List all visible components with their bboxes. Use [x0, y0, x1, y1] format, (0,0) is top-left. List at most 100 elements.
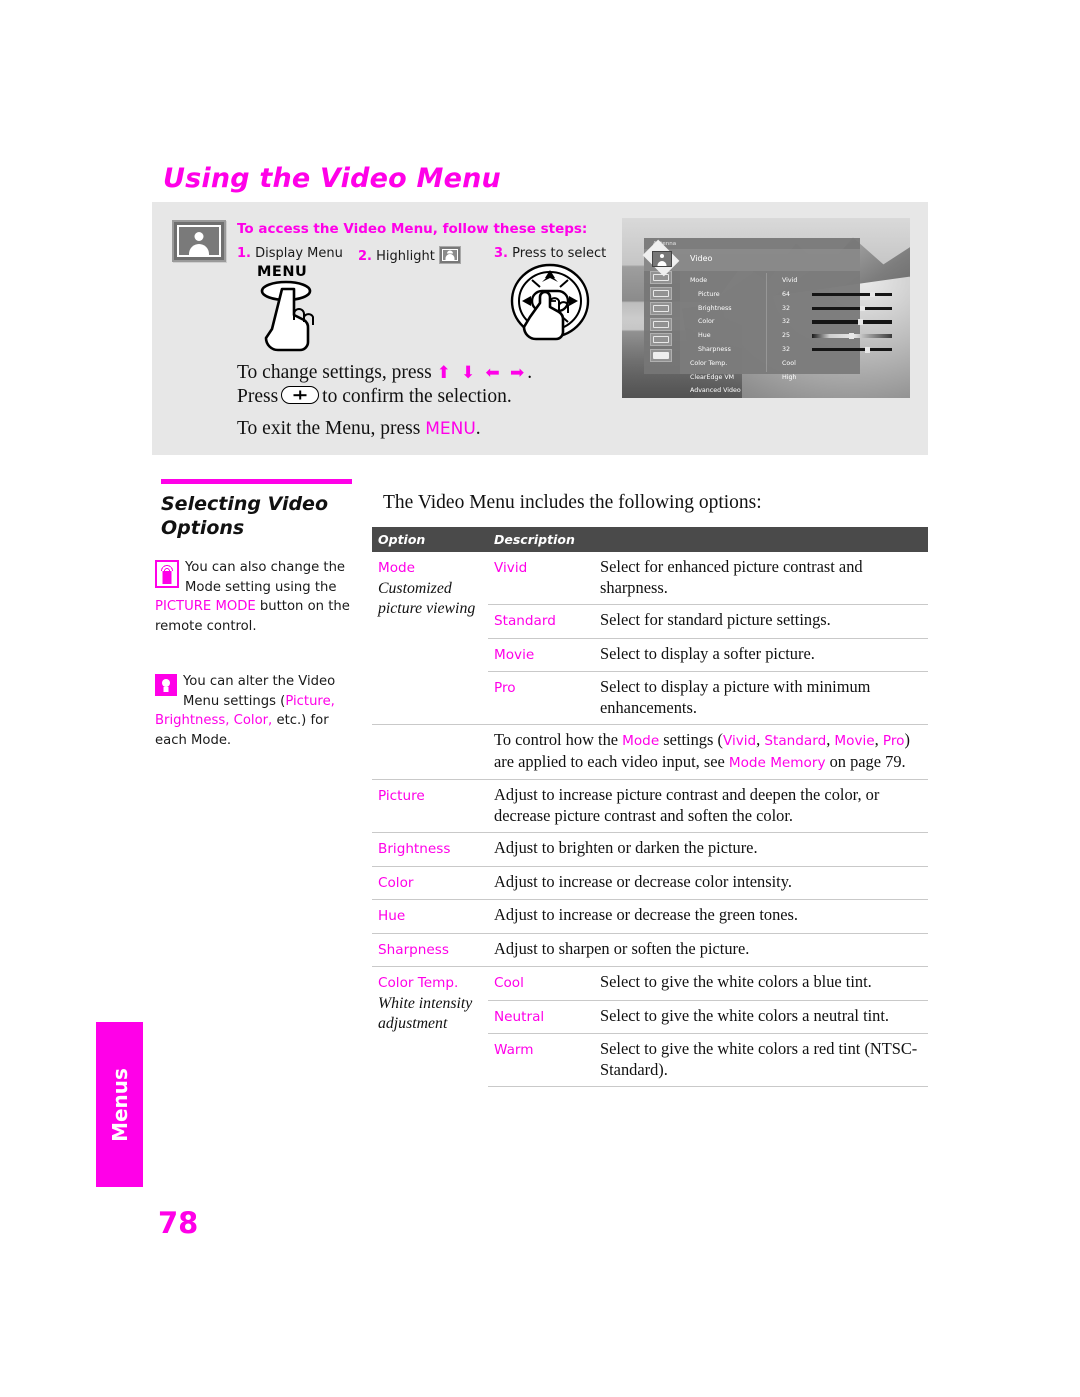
osd-row-name: Advanced Video — [690, 387, 741, 395]
section-title: Selecting Video Options — [161, 493, 328, 539]
instruction-confirm: Press to confirm the selection. — [237, 386, 512, 408]
osd-row-value: 32 — [782, 304, 791, 312]
description-cell: Adjust to sharpen or soften the picture. — [488, 932, 928, 967]
mode-memory-note: To control how the Mode settings (Vivid,… — [488, 724, 928, 780]
steps-panel: To access the Video Menu, follow these s… — [152, 202, 928, 455]
header-option: Option — [372, 527, 488, 552]
osd-row[interactable]: Advanced Video — [690, 384, 854, 398]
osd-row-value: 32 — [782, 346, 791, 353]
table-row: Color Temp. White intensity adjustment Coo… — [372, 966, 928, 1087]
step-1-number: 1. — [237, 246, 251, 261]
description-cell: Select to display a picture with minimum… — [594, 671, 928, 725]
instruction-line3-text: To exit the Menu, press — [237, 418, 421, 439]
instruction-line2-press: Press — [237, 386, 279, 407]
table-row: Brightness Adjust to brighten or darken t… — [372, 832, 928, 866]
note1-text-a: You can also change the Mode setting usi… — [185, 560, 346, 595]
osd-channel-icon[interactable] — [650, 302, 672, 315]
steps-heading: To access the Video Menu, follow these s… — [237, 221, 588, 237]
osd-row-value: 64 — [782, 290, 791, 298]
description-cell: Select to give the white colors a blue t… — [594, 966, 928, 1000]
description-cell: Select for standard picture settings. — [594, 604, 928, 638]
osd-row[interactable]: Color 32 — [690, 315, 892, 329]
osd-row[interactable]: Color Temp. Cool — [690, 357, 854, 371]
value-label: Movie — [494, 646, 535, 663]
osd-row-name: ClearEdge VM — [690, 373, 735, 381]
value-cell: Cool — [488, 966, 594, 1000]
value-cell: Warm — [488, 1033, 594, 1087]
osd-screen-icon[interactable] — [650, 286, 672, 300]
table-row: Sharpness Adjust to sharpen or soften the… — [372, 932, 928, 967]
instruction-line1-period: . — [527, 362, 533, 383]
value-label: Pro — [494, 680, 516, 696]
osd-row[interactable]: Sharpness 32 — [690, 343, 892, 357]
page-title: Using the Video Menu — [163, 163, 501, 194]
header-description: Description — [488, 527, 594, 552]
option-label: Color — [378, 874, 414, 891]
osd-slider[interactable] — [812, 346, 892, 353]
side-tab-label: Menus — [107, 1067, 132, 1142]
option-cell-color-temp: Color Temp. White intensity adjustment — [372, 966, 488, 1087]
osd-row[interactable]: Picture 64 — [690, 288, 892, 302]
option-cell: Picture — [372, 779, 488, 833]
lightbulb-icon — [155, 674, 177, 696]
step-1-label: Display Menu — [255, 246, 343, 261]
osd-row-name: Color Temp. — [690, 359, 728, 367]
inline-keyword: Movie — [834, 733, 875, 749]
menu-button-press-illustration — [260, 280, 314, 352]
description-cell: Adjust to brighten or darken the picture… — [488, 832, 928, 866]
osd-row[interactable]: Hue 25 — [690, 329, 892, 343]
option-sublabel: White intensity adjustment — [378, 994, 473, 1032]
osd-setup-icon[interactable] — [650, 333, 672, 346]
section-rule — [161, 479, 352, 484]
osd-slider-knob[interactable] — [860, 305, 865, 312]
video-options-table: Option Description Mode Customized pictur… — [372, 527, 928, 1087]
instruction-line3-period: . — [475, 418, 481, 439]
arrow-keys-icon: ⬆ ⬇ ⬅ ➡ — [436, 363, 528, 382]
option-cell-empty — [372, 724, 488, 780]
option-cell: Sharpness — [372, 932, 488, 967]
osd-pip-icon[interactable] — [650, 348, 672, 362]
osd-slider-knob[interactable] — [869, 291, 875, 298]
osd-row-name: Picture — [698, 290, 720, 298]
osd-slider[interactable] — [812, 333, 892, 339]
option-cell: Hue — [372, 899, 488, 933]
select-button-icon — [281, 386, 320, 404]
video-menu-icon — [172, 220, 226, 262]
menu-button-label: MENU — [257, 264, 308, 280]
table-row: Mode Customized picture viewing Vivid Selec… — [372, 552, 928, 617]
osd-row[interactable]: ClearEdge VM High — [690, 371, 854, 385]
osd-parental-lock-icon[interactable] — [650, 317, 672, 331]
osd-row-value: Cool — [782, 359, 796, 367]
instruction-line2-text: to confirm the selection. — [322, 386, 512, 407]
note-alter-video-settings: You can alter the Video Menu settings (P… — [155, 672, 363, 750]
osd-slider-knob[interactable] — [864, 346, 870, 353]
description-cell: Select to give the white colors a neutra… — [594, 999, 928, 1034]
table-row: Hue Adjust to increase or decrease the gr… — [372, 899, 928, 933]
osd-row-value: High — [782, 373, 797, 381]
value-cell: Pro — [488, 671, 594, 725]
osd-slider-knob[interactable] — [848, 333, 854, 339]
option-label: Hue — [378, 908, 406, 924]
video-menu-small-icon — [438, 246, 461, 264]
osd-slider[interactable] — [812, 305, 892, 312]
osd-row[interactable]: Brightness 32 — [690, 302, 892, 316]
osd-slider[interactable] — [812, 319, 892, 325]
description-cell: Adjust to increase picture contrast and … — [488, 779, 928, 833]
value-cell: Standard — [488, 604, 594, 638]
osd-slider[interactable] — [812, 291, 892, 298]
table-row: Picture Adjust to increase picture contra… — [372, 779, 928, 833]
value-label: Vivid — [494, 560, 528, 576]
option-sublabel: Customized picture viewing — [378, 579, 476, 617]
page-number: 78 — [158, 1206, 199, 1240]
value-label: Neutral — [494, 1008, 545, 1025]
osd-slider-knob[interactable] — [858, 319, 864, 325]
value-cell: Movie — [488, 637, 594, 672]
value-label: Warm — [494, 1042, 534, 1058]
step-2-number: 2. — [358, 249, 372, 264]
inline-keyword: Standard — [764, 733, 827, 749]
inline-keyword: Vivid — [722, 733, 757, 749]
side-tab-menus: Menus — [96, 1022, 143, 1187]
option-cell: Brightness — [372, 832, 488, 866]
table-row: Color Adjust to increase or decrease colo… — [372, 865, 928, 900]
osd-row[interactable]: Mode Vivid — [690, 274, 854, 288]
